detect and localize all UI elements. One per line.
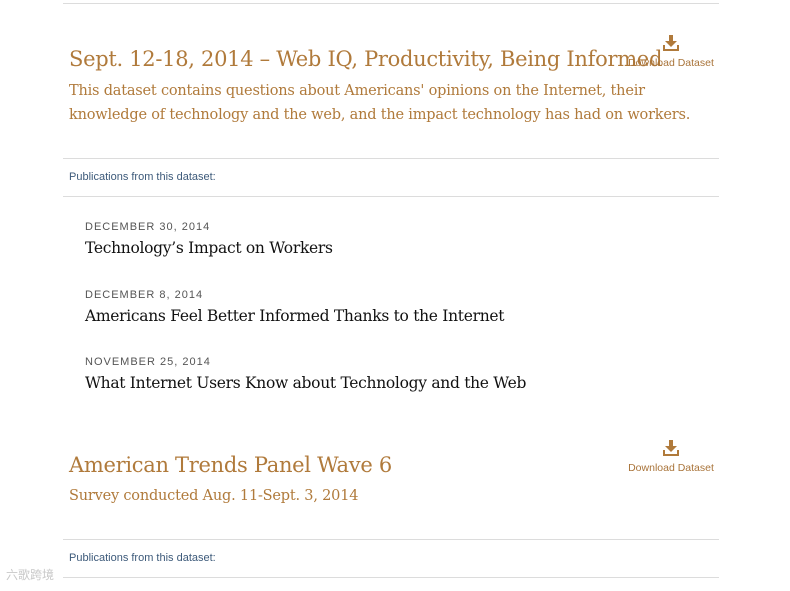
publications-label: Publications from this dataset: [69,552,216,564]
divider [63,158,719,159]
divider [63,196,719,197]
download-dataset-button[interactable]: Download Dataset [626,440,716,474]
download-dataset-button[interactable]: Download Dataset [626,35,716,69]
publications-label: Publications from this dataset: [69,171,216,183]
divider-top [63,3,719,4]
divider [63,577,719,578]
dataset-title[interactable]: American Trends Panel Wave 6 [69,453,392,477]
download-dataset-label: Download Dataset [628,462,714,474]
dataset-description: Survey conducted Aug. 11-Sept. 3, 2014 [69,488,359,504]
publication-date: DECEMBER 30, 2014 [85,221,211,233]
publication-link[interactable]: What Internet Users Know about Technolog… [85,374,526,392]
dataset-title[interactable]: Sept. 12-18, 2014 – Web IQ, Productivity… [69,47,662,71]
publication-date: NOVEMBER 25, 2014 [85,356,211,368]
download-icon [663,440,679,456]
watermark-text: 六歌跨境 [6,568,55,582]
divider [63,539,719,540]
dataset-description: This dataset contains questions about Am… [69,83,691,123]
publication-link[interactable]: Technology’s Impact on Workers [85,239,333,257]
publication-link[interactable]: Americans Feel Better Informed Thanks to… [85,307,505,325]
download-icon [663,35,679,51]
publication-date: DECEMBER 8, 2014 [85,289,204,301]
download-dataset-label: Download Dataset [628,57,714,69]
